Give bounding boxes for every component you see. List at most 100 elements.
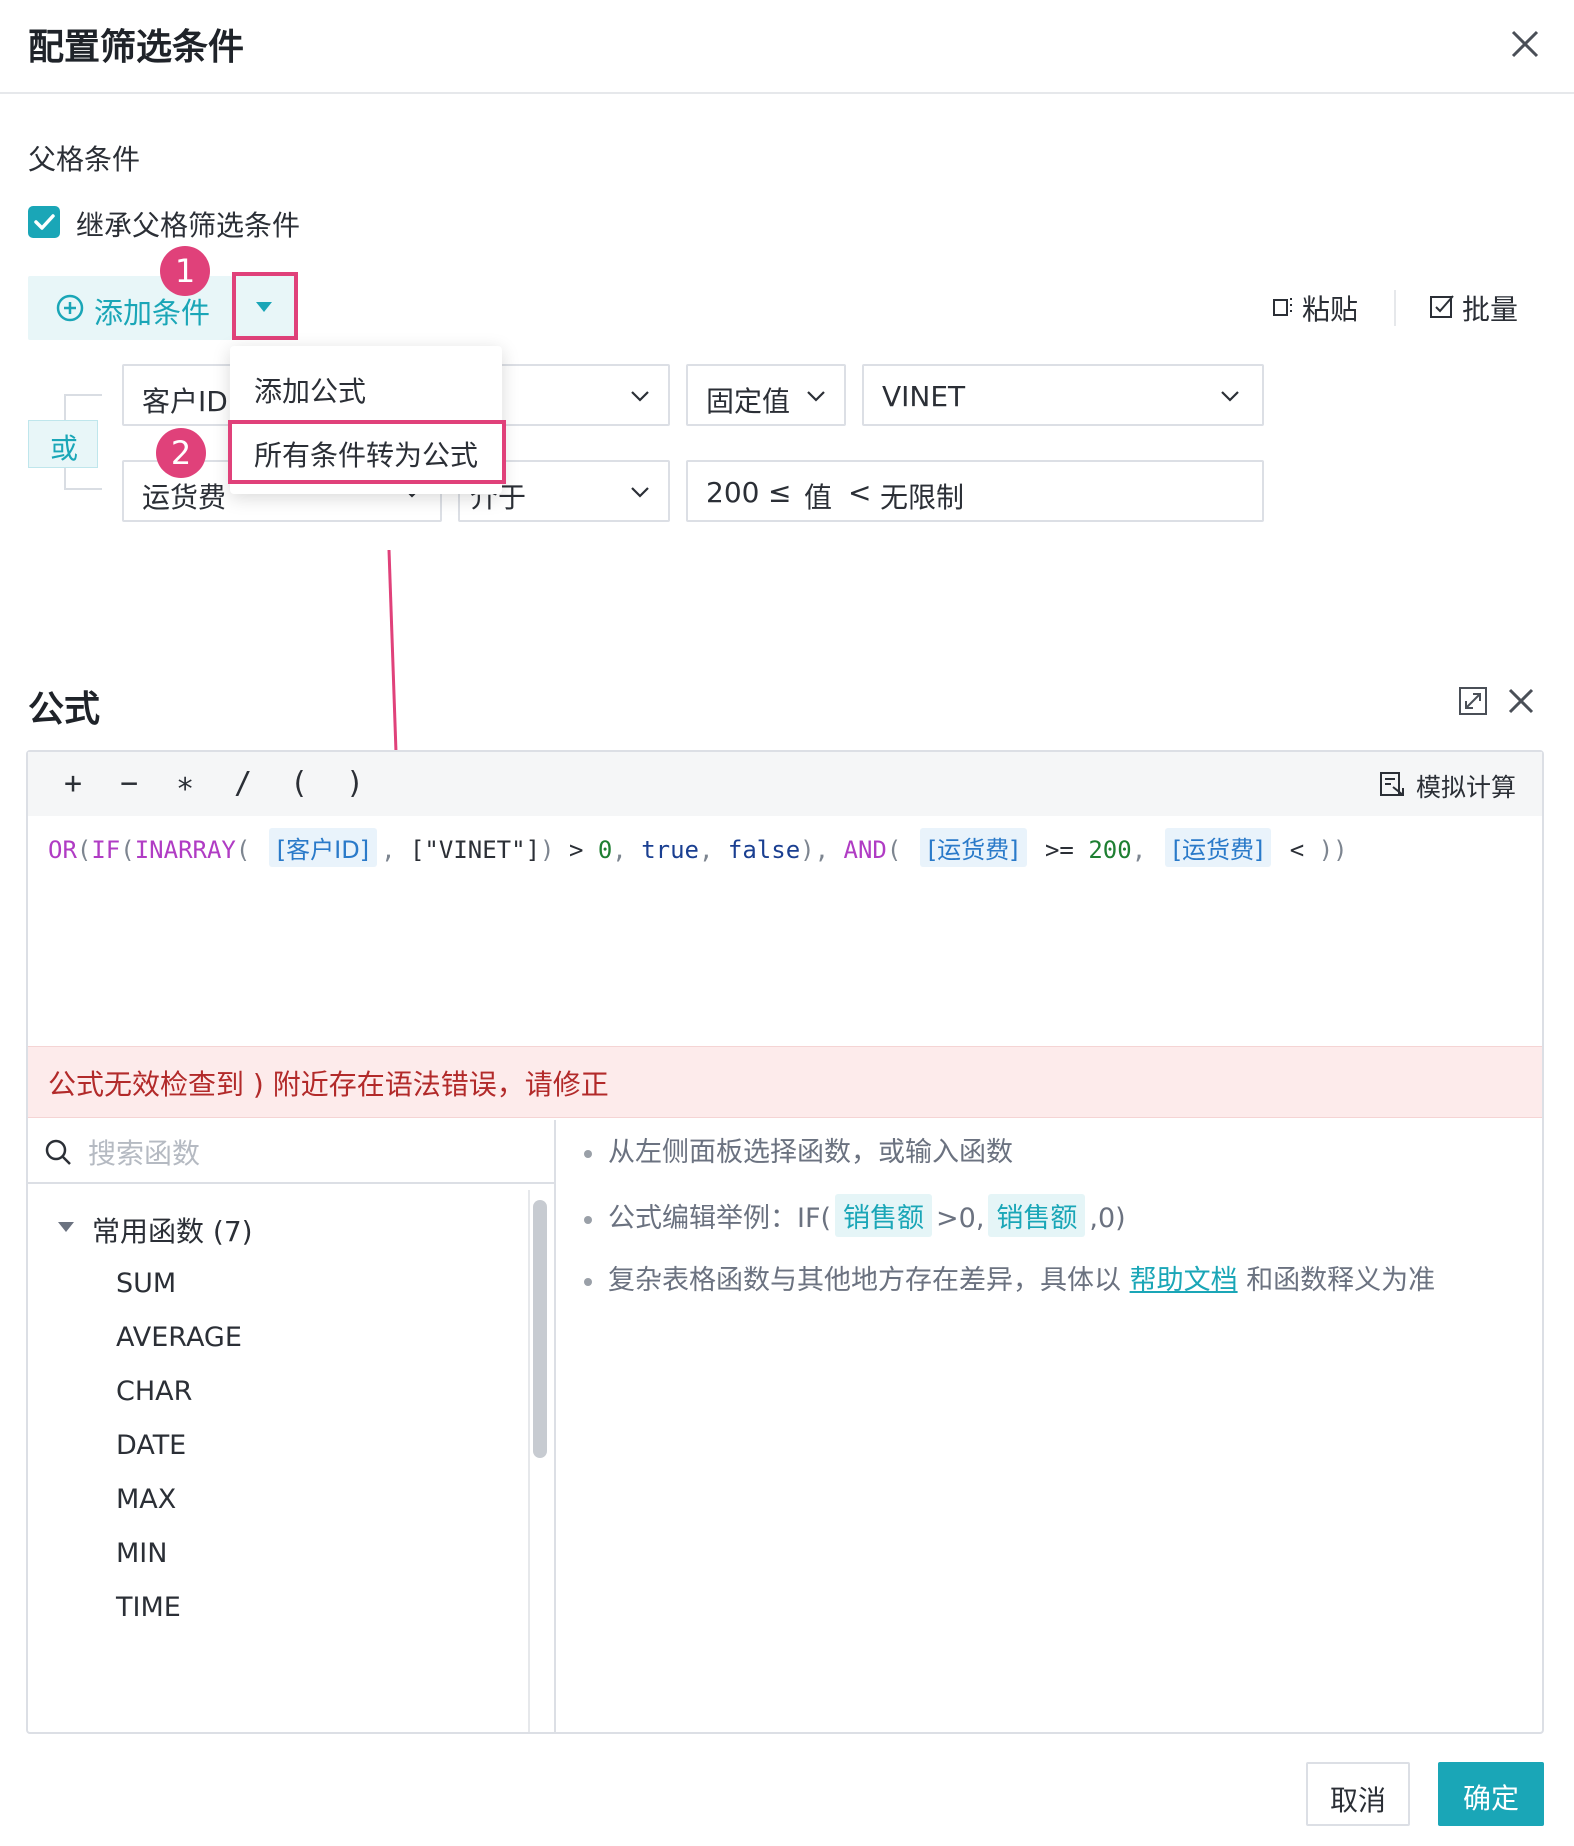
op-multiply[interactable]: ∗ — [176, 766, 194, 801]
chevron-down-icon — [807, 391, 825, 402]
code-punct: , — [381, 836, 396, 864]
formula-error-bar: 公式无效检查到 ) 附近存在语法错误，请修正 — [28, 1046, 1542, 1118]
close-icon[interactable] — [1505, 24, 1545, 64]
example-field-chip: 销售额 — [988, 1194, 1086, 1237]
code-field-token[interactable]: [客户ID] — [268, 828, 378, 867]
code-punct: ( — [235, 836, 251, 864]
scroll-track — [528, 1190, 530, 1732]
function-item[interactable]: MAX — [116, 1484, 176, 1515]
code-field-token[interactable]: [运货费] — [1164, 828, 1272, 867]
batch-edit-icon — [1430, 295, 1454, 318]
paste-button[interactable]: 粘贴 — [1302, 288, 1358, 328]
menu-item-add-formula[interactable]: 添加公式 — [254, 370, 366, 410]
simulate-button[interactable]: 模拟计算 — [1416, 768, 1516, 804]
code-punct: ) — [540, 836, 555, 864]
range-op-right: < — [848, 476, 872, 509]
cancel-button[interactable]: 取消 — [1306, 1762, 1410, 1826]
op-divide[interactable]: / — [234, 766, 252, 801]
function-item[interactable]: SUM — [116, 1268, 176, 1299]
chevron-down-icon — [631, 487, 649, 498]
code-number: 200 — [1088, 836, 1132, 864]
help-line: 从左侧面板选择函数，或输入函数 — [584, 1130, 1013, 1169]
caret-down-icon[interactable] — [58, 1222, 74, 1232]
inherit-checkbox[interactable] — [28, 206, 60, 238]
condition-value-select[interactable]: VINET — [862, 364, 1264, 426]
step-badge-2: 2 — [156, 428, 206, 478]
range-min[interactable]: 200 — [706, 476, 759, 509]
code-fn: IF — [91, 836, 121, 864]
chevron-down-icon — [1221, 391, 1239, 402]
code-punct: , — [612, 836, 627, 864]
function-search — [28, 1120, 554, 1184]
code-string: ["VINET"] — [409, 836, 541, 864]
range-value-field[interactable]: 200 ≤ 值 < 无限制 — [686, 460, 1264, 522]
code-punct: )) — [1318, 836, 1348, 864]
help-text: 公式编辑举例：IF( — [608, 1203, 832, 1234]
cancel-label: 取消 — [1329, 1784, 1386, 1817]
code-fn: INARRAY — [134, 836, 236, 864]
highlight-box-step2 — [228, 420, 506, 484]
or-toggle[interactable]: 或 — [28, 420, 98, 468]
function-search-input[interactable] — [86, 1132, 530, 1174]
toolbar-divider — [1394, 290, 1396, 326]
value-type: 固定值 — [706, 385, 791, 418]
field-value: 客户ID — [142, 385, 228, 418]
ok-label: 确定 — [1462, 1782, 1519, 1815]
code-keyword: true — [641, 836, 699, 864]
code-punct: , — [1131, 836, 1147, 864]
condition-value: VINET — [882, 380, 966, 413]
search-icon — [45, 1139, 71, 1165]
dialog-title: 配置筛选条件 — [28, 27, 245, 68]
function-panel: 常用函数 (7) SUM AVERAGE CHAR DATE MAX MIN T… — [28, 1120, 556, 1732]
code-field-token[interactable]: [运货费] — [919, 828, 1027, 867]
code-fn: AND — [843, 836, 887, 864]
code-punct: , — [699, 836, 714, 864]
code-punct: ( — [120, 836, 135, 864]
batch-button[interactable]: 批量 — [1462, 288, 1518, 328]
expand-icon[interactable] — [1458, 686, 1488, 716]
operator-toolbar: + − ∗ / ( ) — [28, 752, 1542, 816]
inherit-checkbox-label[interactable]: 继承父格筛选条件 — [76, 204, 300, 244]
op-close-paren[interactable]: ) — [346, 766, 364, 801]
paste-icon — [1273, 298, 1292, 316]
code-punct: ( — [886, 836, 902, 864]
close-formula-icon[interactable] — [1504, 684, 1538, 718]
help-doc-link[interactable]: 帮助文档 — [1130, 1265, 1238, 1296]
range-value-label: 值 — [804, 481, 833, 514]
code-fn: OR — [48, 836, 77, 864]
function-item[interactable]: CHAR — [116, 1376, 192, 1407]
help-text: >0, — [936, 1203, 985, 1234]
example-field-chip: 销售额 — [835, 1194, 933, 1237]
highlight-box-step1 — [232, 272, 298, 340]
scrollbar-thumb[interactable] — [533, 1200, 547, 1458]
plus-circle-icon — [56, 294, 84, 322]
function-item[interactable]: TIME — [116, 1592, 181, 1623]
formula-code[interactable]: OR(IF(INARRAY( [客户ID], ["VINET"]) > 0, t… — [48, 828, 1348, 867]
ok-button[interactable]: 确定 — [1438, 1762, 1544, 1826]
value-type-select[interactable]: 固定值 — [686, 364, 846, 426]
formula-title: 公式 — [28, 689, 101, 730]
function-item[interactable]: MIN — [116, 1538, 167, 1569]
or-label: 或 — [49, 432, 78, 465]
code-operator: < — [1289, 836, 1305, 864]
function-item[interactable]: AVERAGE — [116, 1322, 242, 1353]
bullet — [584, 1277, 592, 1286]
parent-condition-label: 父格条件 — [28, 143, 141, 176]
function-group-common[interactable]: 常用函数 (7) — [92, 1210, 253, 1250]
help-line: 复杂表格函数与其他地方存在差异，具体以 帮助文档 和函数释义为准 — [584, 1258, 1435, 1297]
op-minus[interactable]: − — [120, 766, 138, 801]
help-text: 和函数释义为准 — [1246, 1265, 1436, 1296]
bullet — [584, 1149, 592, 1158]
op-plus[interactable]: + — [64, 766, 82, 801]
code-punct: ( — [76, 836, 92, 864]
code-operator: >= — [1044, 836, 1074, 864]
simulate-icon — [1380, 772, 1404, 796]
op-open-paren[interactable]: ( — [290, 766, 308, 801]
add-condition-label[interactable]: 添加条件 — [94, 290, 210, 332]
function-item[interactable]: DATE — [116, 1430, 186, 1461]
help-line: 公式编辑举例：IF(销售额 >0, 销售额 ,0) — [584, 1194, 1126, 1237]
code-operator: > — [568, 836, 584, 864]
error-message: 公式无效检查到 ) 附近存在语法错误，请修正 — [48, 1068, 609, 1101]
help-text: 从左侧面板选择函数，或输入函数 — [608, 1137, 1013, 1168]
range-max[interactable]: 无限制 — [880, 476, 964, 516]
